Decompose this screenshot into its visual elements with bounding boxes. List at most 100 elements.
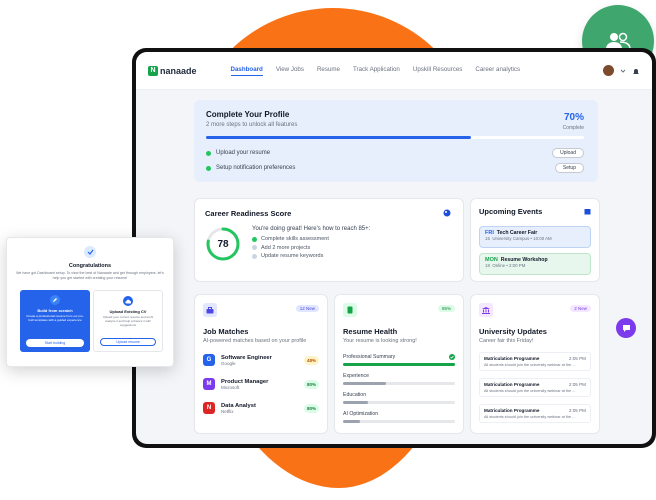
profile-progress-bar: [206, 136, 584, 139]
job-company: Microsoft: [221, 384, 240, 390]
top-navigation: N nanaade Dashboard View Jobs Resume Tra…: [136, 52, 652, 90]
nav-career-analytics[interactable]: Career analytics: [475, 66, 520, 76]
calendar-icon[interactable]: [584, 208, 591, 215]
job-title: Product Manager: [221, 378, 269, 385]
nav-links: Dashboard View Jobs Resume Track Applica…: [230, 66, 520, 76]
nav-view-jobs[interactable]: View Jobs: [276, 66, 304, 76]
list-item[interactable]: Matriculation Programme 2:05 PM All stude…: [479, 352, 591, 371]
onboarding-modal: Congratulations We have got Dashboard se…: [6, 237, 174, 367]
step-label: Add 2 more projects: [261, 244, 311, 251]
setup-button[interactable]: Setup: [554, 163, 584, 173]
event-detail: Online • 2:00 PM: [492, 263, 526, 268]
score-value: 78: [217, 238, 229, 250]
upcoming-events-title: Upcoming Events: [479, 207, 543, 216]
profile-progress-title: Complete Your Profile: [206, 110, 290, 119]
task-status-dot: [206, 165, 211, 171]
avatar[interactable]: [603, 65, 614, 76]
company-logo: N: [203, 402, 215, 414]
dashboard-screen: N nanaade Dashboard View Jobs Resume Tra…: [136, 52, 652, 444]
chevron-down-icon[interactable]: [620, 68, 626, 74]
option-description: Create a professional resume from our pr…: [26, 314, 84, 322]
profile-progress-percent-label: Complete: [562, 125, 584, 131]
profile-progress-card: Complete Your Profile 2 more steps to un…: [194, 100, 598, 182]
resume-health-card: 85% Resume Health Your resume is looking…: [334, 294, 464, 434]
check-icon: [449, 354, 455, 360]
health-label: Education: [343, 392, 367, 398]
step-done-dot: [252, 236, 257, 242]
upload-button[interactable]: Upload: [552, 148, 584, 158]
pencil-icon: [50, 295, 60, 305]
update-description: All students should join the university …: [484, 415, 576, 419]
university-updates-subtitle: Career fair this Friday!: [479, 338, 534, 344]
modal-description: We have got Dashboard setup. To view the…: [16, 271, 164, 280]
nav-user-area: [603, 65, 640, 76]
task-setup-notifications: Setup notification preferences Setup: [206, 163, 584, 173]
brand-mark: N: [148, 65, 158, 76]
upload-resume-button[interactable]: Upload resume: [100, 338, 156, 346]
build-from-scratch-option[interactable]: Build from scratch Create a professional…: [20, 290, 90, 352]
check-icon: [84, 246, 96, 258]
career-readiness-title: Career Readiness Score: [205, 209, 292, 218]
health-fill: [343, 401, 368, 404]
task-label: Setup notification preferences: [216, 165, 296, 171]
resume-health-subtitle: Your resume is looking strong!: [343, 338, 417, 344]
step-label: Update resume keywords: [261, 253, 324, 259]
job-matches-badge: 12 New: [295, 305, 319, 312]
health-row: Professional Summary: [343, 354, 455, 366]
health-row: AI Optimization: [343, 411, 455, 423]
job-item[interactable]: M Product Manager Microsoft 80%: [203, 378, 319, 390]
health-row: Experience: [343, 373, 455, 385]
nav-track-application[interactable]: Track Application: [353, 66, 400, 76]
event-item[interactable]: FRI Tech Career Fair 15 University Campu…: [479, 226, 591, 248]
health-fill: [343, 363, 455, 366]
cloud-upload-icon: [123, 296, 133, 306]
company-logo: G: [203, 354, 215, 366]
update-title: Matriculation Programme: [484, 356, 540, 361]
nav-dashboard[interactable]: Dashboard: [230, 66, 263, 76]
update-time: 2:05 PM: [568, 382, 586, 387]
resume-health-badge: 85%: [437, 305, 455, 312]
step-label: Complete skills assessment: [261, 236, 329, 242]
match-badge: 80%: [303, 403, 319, 413]
upcoming-events-card: Upcoming Events FRI Tech Career Fair 15 …: [470, 198, 600, 282]
profile-progress-percent: 70%: [563, 112, 584, 123]
readiness-message: You're doing great! Here's how to reach …: [252, 226, 371, 232]
option-description: Upload your current resume and let AI an…: [102, 315, 154, 327]
chat-icon: [622, 324, 630, 332]
health-label: AI Optimization: [343, 411, 379, 417]
job-title: Data Analyst: [221, 402, 256, 409]
job-item[interactable]: G Software Engineer Google 48%: [203, 354, 319, 366]
resume-health-title: Resume Health: [343, 327, 398, 336]
university-icon: [479, 303, 493, 317]
task-status-dot: [206, 150, 211, 156]
university-updates-title: University Updates: [479, 327, 547, 336]
job-item[interactable]: N Data Analyst Netflix 80%: [203, 402, 319, 414]
bell-icon[interactable]: [632, 67, 640, 75]
health-fill: [343, 382, 386, 385]
job-company: Netflix: [221, 408, 234, 414]
modal-title: Congratulations: [68, 263, 112, 269]
job-matches-subtitle: AI-powered matches based on your profile: [203, 338, 307, 344]
event-detail: University Campus • 10:00 AM: [492, 236, 552, 241]
health-fill: [343, 420, 360, 423]
upload-cv-option[interactable]: Upload Existing CV Upload your current r…: [93, 290, 163, 352]
step-pending-dot: [252, 253, 257, 259]
list-item[interactable]: Matriculation Programme 2:05 PM All stude…: [479, 378, 591, 397]
update-title: Matriculation Programme: [484, 382, 540, 387]
list-item[interactable]: Matriculation Programme 2:05 PM All stude…: [479, 404, 591, 423]
brand-name: nanaade: [160, 65, 197, 76]
palette-icon[interactable]: [443, 209, 451, 217]
chat-button[interactable]: [616, 318, 636, 338]
event-date: 18: [485, 263, 490, 268]
nav-resume[interactable]: Resume: [317, 66, 340, 76]
company-logo: M: [203, 378, 215, 390]
option-title: Build from scratch: [37, 308, 73, 313]
health-label: Professional Summary: [343, 354, 396, 360]
event-item[interactable]: MON Resume Workshop 18 Online • 2:00 PM: [479, 253, 591, 275]
event-date: 15: [485, 236, 490, 241]
nav-upskill-resources[interactable]: Upskill Resources: [413, 66, 463, 76]
brand-logo[interactable]: N nanaade: [148, 65, 197, 76]
update-description: All students should join the university …: [484, 363, 576, 367]
start-building-button[interactable]: Start building: [26, 339, 84, 347]
update-time: 2:05 PM: [568, 356, 586, 361]
